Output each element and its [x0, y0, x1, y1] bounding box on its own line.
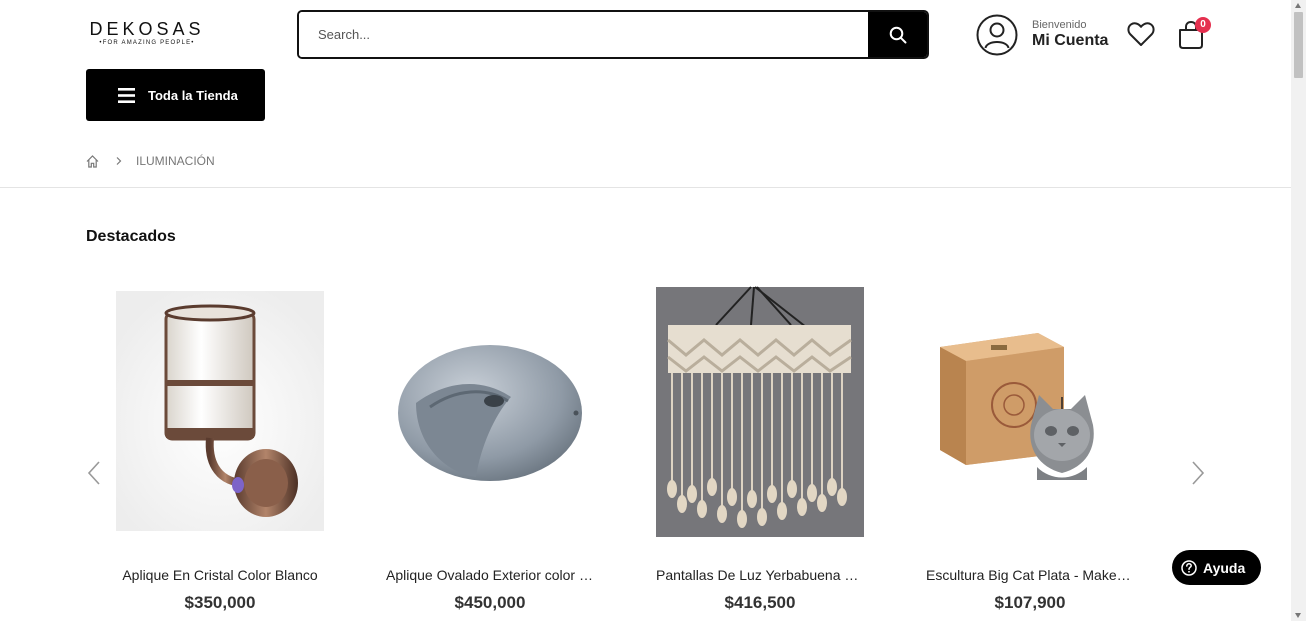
product-price: $416,500 — [724, 593, 796, 612]
account-link[interactable]: Bienvenido Mi Cuenta — [976, 14, 1108, 56]
search-input[interactable] — [299, 12, 868, 57]
product-price: $350,000 — [184, 593, 256, 612]
product-card[interactable]: Aplique Ovalado Exterior color Gris $450… — [386, 285, 594, 612]
carousel-prev-arrow[interactable] — [84, 458, 104, 488]
product-image-cat-sculpture[interactable] — [926, 285, 1134, 537]
account-welcome: Bienvenido — [1032, 19, 1087, 31]
help-chat-button[interactable]: Ayuda — [1172, 550, 1261, 585]
account-name: Mi Cuenta — [1032, 32, 1109, 49]
product-name[interactable]: Escultura Big Cat Plata - Make Burn — [926, 567, 1134, 583]
breadcrumb: ILUMINACIÓN — [86, 154, 215, 168]
product-name[interactable]: Pantallas De Luz Yerbabuena Macramé — [656, 567, 864, 583]
product-card[interactable]: Aplique En Cristal Color Blanco $350,000 — [116, 285, 324, 612]
all-store-menu-button[interactable]: Toda la Tienda — [86, 69, 265, 121]
header-divider — [0, 187, 1291, 188]
product-price: $107,900 — [994, 593, 1066, 612]
hamburger-menu-icon — [118, 87, 135, 103]
product-name[interactable]: Aplique En Cristal Color Blanco — [116, 567, 324, 583]
home-icon[interactable] — [86, 154, 99, 168]
search-icon — [889, 26, 906, 43]
product-price: $450,000 — [454, 593, 526, 612]
help-label: Ayuda — [1203, 559, 1246, 576]
logo[interactable]: DEKOSAS •FOR AMAZING PEOPLE• — [89, 19, 205, 46]
section-title: Destacados — [86, 228, 176, 245]
search-bar — [297, 10, 929, 59]
scrollbar-thumb[interactable] — [1294, 12, 1303, 78]
logo-tagline: •FOR AMAZING PEOPLE• — [99, 40, 195, 46]
scroll-up-arrow-icon[interactable] — [1295, 3, 1301, 8]
product-image-sconce[interactable] — [116, 285, 324, 537]
search-button[interactable] — [868, 12, 927, 57]
product-card[interactable]: Pantallas De Luz Yerbabuena Macramé $416… — [656, 285, 864, 612]
cart-count-badge: 0 — [1195, 17, 1211, 33]
product-image-macrame-shade[interactable] — [656, 285, 864, 537]
carousel-next-arrow[interactable] — [1188, 458, 1208, 488]
breadcrumb-current: ILUMINACIÓN — [136, 154, 215, 168]
product-card[interactable]: Escultura Big Cat Plata - Make Burn $107… — [926, 285, 1134, 612]
scroll-down-arrow-icon[interactable] — [1295, 613, 1301, 618]
all-store-menu-label: Toda la Tienda — [148, 87, 238, 103]
user-icon — [976, 14, 1018, 56]
page-scrollbar[interactable] — [1291, 0, 1306, 621]
chevron-right-icon — [116, 157, 122, 165]
question-circle-icon — [1181, 559, 1197, 576]
product-name[interactable]: Aplique Ovalado Exterior color Gris — [386, 567, 594, 583]
heart-icon[interactable] — [1126, 20, 1156, 48]
logo-wordmark: DEKOSAS — [89, 19, 205, 39]
product-image-oval-light[interactable] — [386, 285, 594, 537]
